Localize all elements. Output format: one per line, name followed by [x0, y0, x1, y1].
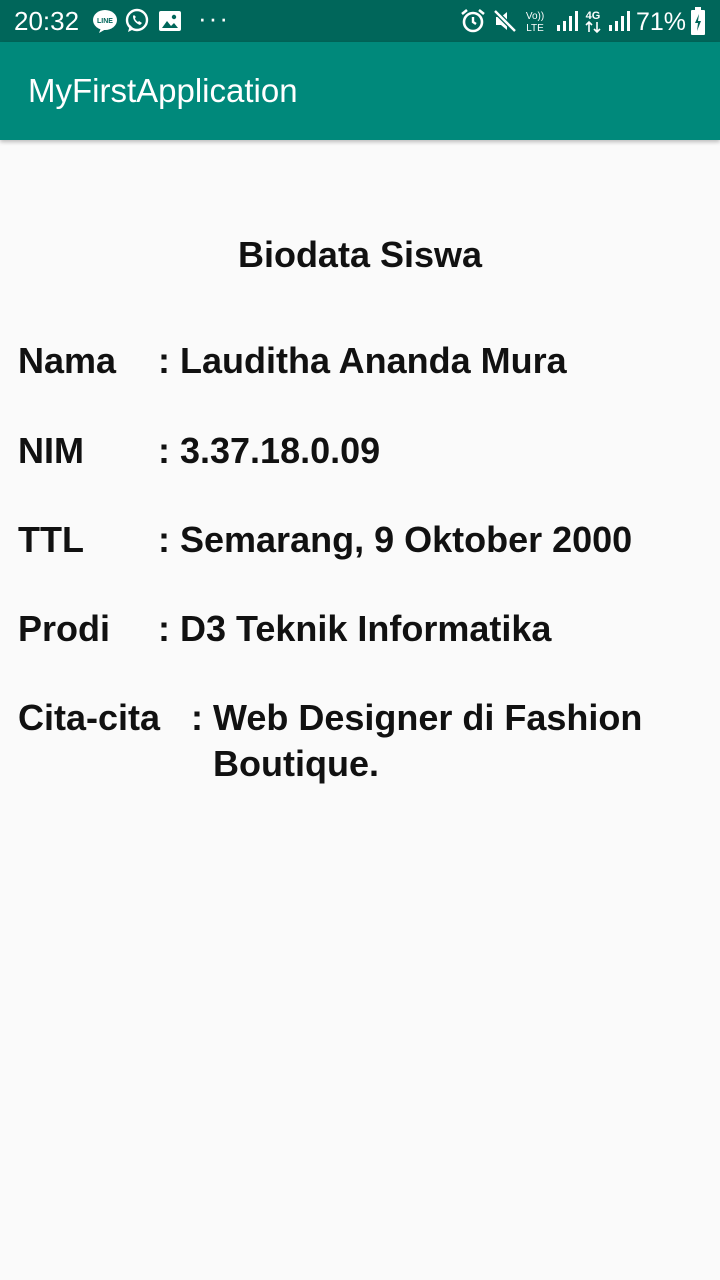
field-value-ttl: : Semarang, 9 Oktober 2000: [158, 519, 633, 560]
image-icon: [159, 11, 181, 31]
alarm-icon: [461, 8, 485, 33]
whatsapp-icon: [125, 8, 149, 32]
svg-text:4G: 4G: [586, 10, 601, 22]
field-label-cita-cita: Cita-cita: [18, 697, 161, 738]
field-value-cita-cita: : Web Designer di Fashion: [191, 697, 643, 738]
more-notifications-icon: ···: [198, 3, 230, 33]
status-bar: 20:32 LINE ··· Vo)) LTE 4G 71%: [0, 0, 720, 42]
4g-icon: 4G: [585, 10, 601, 34]
field-label-nama: Nama: [18, 340, 117, 381]
line-icon: LINE: [93, 10, 117, 33]
field-value-nama: : Lauditha Ananda Mura: [158, 340, 567, 381]
page-title: Biodata Siswa: [237, 234, 483, 275]
mute-icon: [493, 9, 517, 33]
svg-text:LTE: LTE: [526, 23, 544, 34]
volte-icon: Vo)) LTE: [526, 11, 544, 34]
battery-icon: [691, 7, 705, 35]
signal-icon: [609, 11, 630, 31]
app-title: MyFirstApplication: [28, 72, 298, 109]
biodata-content: Biodata Siswa Nama : Lauditha Ananda Mur…: [0, 140, 720, 1280]
field-value-prodi: : D3 Teknik Informatika: [158, 608, 552, 649]
svg-text:Vo)): Vo)): [526, 11, 544, 22]
app-bar: MyFirstApplication: [0, 42, 720, 140]
signal-icon: [557, 11, 578, 31]
field-label-ttl: TTL: [18, 519, 84, 560]
field-label-nim: NIM: [18, 430, 84, 471]
status-time: 20:32: [14, 6, 80, 36]
field-label-prodi: Prodi: [18, 608, 111, 649]
battery-percent: 71%: [636, 8, 687, 36]
svg-text:LINE: LINE: [97, 18, 113, 25]
field-value-cita-cita-continuation: Boutique.: [213, 743, 379, 784]
field-value-nim: : 3.37.18.0.09: [158, 430, 381, 471]
